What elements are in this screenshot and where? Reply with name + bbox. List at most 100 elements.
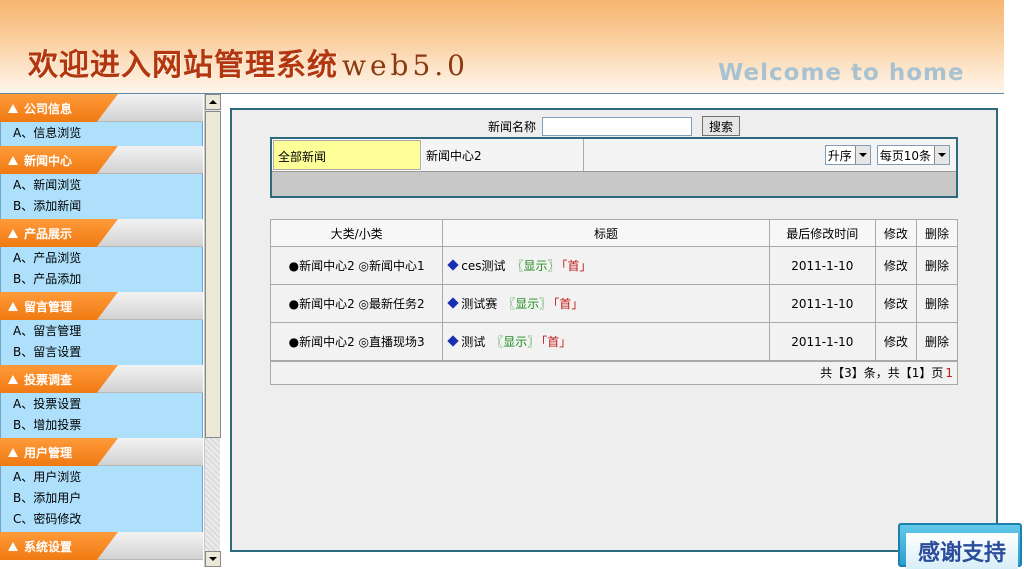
sidebar-item-info-browse[interactable]: A、信息浏览 <box>1 123 202 144</box>
news-title-link[interactable]: 测试 <box>461 335 485 349</box>
section-title: 新闻中心 <box>24 154 73 168</box>
sidebar-item-message-settings[interactable]: B、留言设置 <box>1 342 202 363</box>
news-panel: 新闻名称 搜索 全部新闻 新闻中心2 升序 每页10条 大类/小类 标题 最后修… <box>230 108 998 552</box>
news-table: 大类/小类 标题 最后修改时间 修改 删除 ●新闻中心2 ◎新闻中心1 ces测… <box>269 219 959 361</box>
thanks-badge[interactable]: 感谢支持 <box>898 523 1022 569</box>
site-version: web5.0 <box>342 49 469 82</box>
sidebar-item-user-browse[interactable]: A、用户浏览 <box>1 467 202 488</box>
sort-select-value: 升序 <box>827 148 852 163</box>
sidebar: 公司信息 A、信息浏览 新闻中心 A、新闻浏览 B、添加新闻 产品展示 A、产品… <box>0 94 203 567</box>
scroll-up-button[interactable] <box>205 94 221 110</box>
sidebar-item-product-browse[interactable]: A、产品浏览 <box>1 248 202 269</box>
sidebar-item-user-add[interactable]: B、添加用户 <box>1 488 202 509</box>
delete-link[interactable]: 删除 <box>915 322 959 361</box>
triangle-up-icon <box>8 302 18 311</box>
sidebar-section-messages[interactable]: 留言管理 <box>0 292 203 320</box>
row-category: ●新闻中心2 ◎直播现场3 <box>269 322 444 361</box>
sidebar-section-products[interactable]: 产品展示 <box>0 219 203 247</box>
show-toggle[interactable]: 〖显示〗 <box>491 335 539 349</box>
column-header-delete: 删除 <box>915 219 959 247</box>
section-title: 留言管理 <box>24 300 73 314</box>
news-title-link[interactable]: ces测试 <box>461 259 505 273</box>
triangle-up-icon <box>8 229 18 238</box>
sidebar-section-votes[interactable]: 投票调查 <box>0 365 203 393</box>
section-title: 产品展示 <box>24 227 73 241</box>
home-toggle[interactable]: 「首」 <box>553 297 583 311</box>
pagination-summary: 共【3】条，共【1】页 <box>820 366 944 380</box>
sidebar-item-vote-settings[interactable]: A、投票设置 <box>1 394 202 415</box>
table-row: ●新闻中心2 ◎直播现场3 测试 〖显示〗 「首」 2011-1-10 修改 删除 <box>269 322 959 361</box>
home-toggle[interactable]: 「首」 <box>562 259 592 273</box>
row-modified-time: 2011-1-10 <box>768 284 876 323</box>
category-link[interactable]: 新闻中心2 <box>422 139 584 171</box>
sidebar-section-system[interactable]: 系统设置 <box>0 532 203 560</box>
sidebar-item-password-change[interactable]: C、密码修改 <box>1 509 202 530</box>
column-header-modified: 最后修改时间 <box>768 219 876 247</box>
thanks-text: 感谢支持 <box>906 533 1018 569</box>
search-label: 新闻名称 <box>488 119 537 134</box>
sidebar-section-company[interactable]: 公司信息 <box>0 94 203 122</box>
sidebar-item-news-browse[interactable]: A、新闻浏览 <box>1 175 202 196</box>
row-title-cell: ces测试 〖显示〗 「首」 <box>442 246 770 285</box>
row-title-cell: 测试赛 〖显示〗 「首」 <box>442 284 770 323</box>
diamond-icon <box>447 335 459 347</box>
sidebar-scrollbar[interactable] <box>204 94 221 567</box>
sort-select[interactable]: 升序 <box>824 145 871 165</box>
sidebar-item-product-add[interactable]: B、产品添加 <box>1 269 202 290</box>
per-page-select[interactable]: 每页10条 <box>876 145 950 165</box>
triangle-up-icon <box>8 542 18 551</box>
column-header-category: 大类/小类 <box>269 219 444 247</box>
table-row: ●新闻中心2 ◎最新任务2 测试赛 〖显示〗 「首」 2011-1-10 修改 删除 <box>269 284 959 323</box>
delete-link[interactable]: 删除 <box>915 246 959 285</box>
show-toggle[interactable]: 〖显示〗 <box>503 297 551 311</box>
page-link[interactable]: 1 <box>945 366 953 380</box>
pagination: 共【3】条，共【1】页 1 <box>270 361 958 385</box>
section-title: 投票调查 <box>24 373 73 387</box>
edit-link[interactable]: 修改 <box>874 246 917 285</box>
news-title-link[interactable]: 测试赛 <box>461 297 497 311</box>
site-title-text: 欢迎进入网站管理系统 <box>28 48 338 83</box>
all-news-link[interactable]: 全部新闻 <box>273 140 421 170</box>
home-toggle[interactable]: 「首」 <box>541 335 571 349</box>
triangle-up-icon <box>8 156 18 165</box>
row-title-cell: 测试 〖显示〗 「首」 <box>442 322 770 361</box>
arrow-up-icon <box>209 100 217 104</box>
welcome-text: Welcome to home <box>718 60 965 86</box>
sidebar-section-users[interactable]: 用户管理 <box>0 438 203 466</box>
section-title: 公司信息 <box>24 102 73 116</box>
filter-bar-empty <box>272 172 956 196</box>
search-input[interactable] <box>542 116 693 136</box>
diamond-icon <box>447 297 459 309</box>
sidebar-item-vote-add[interactable]: B、增加投票 <box>1 415 202 436</box>
sidebar-item-message-manage[interactable]: A、留言管理 <box>1 321 202 342</box>
chevron-down-icon <box>858 153 867 157</box>
table-row: ●新闻中心2 ◎新闻中心1 ces测试 〖显示〗 「首」 2011-1-10 修改 … <box>269 246 959 285</box>
delete-link[interactable]: 删除 <box>915 284 959 323</box>
row-category: ●新闻中心2 ◎最新任务2 <box>269 284 444 323</box>
show-toggle[interactable]: 〖显示〗 <box>511 259 559 273</box>
sidebar-section-news[interactable]: 新闻中心 <box>0 146 203 174</box>
triangle-up-icon <box>8 448 18 457</box>
search-bar: 新闻名称 搜索 <box>488 116 741 136</box>
search-button[interactable]: 搜索 <box>702 116 741 136</box>
scroll-thumb[interactable] <box>205 111 221 438</box>
row-modified-time: 2011-1-10 <box>768 246 876 285</box>
sidebar-item-news-add[interactable]: B、添加新闻 <box>1 196 202 217</box>
filter-box: 全部新闻 新闻中心2 升序 每页10条 <box>270 137 958 198</box>
edit-link[interactable]: 修改 <box>874 284 917 323</box>
section-title: 用户管理 <box>24 446 73 460</box>
row-modified-time: 2011-1-10 <box>768 322 876 361</box>
edit-link[interactable]: 修改 <box>874 322 917 361</box>
header: 欢迎进入网站管理系统 web5.0 Welcome to home <box>0 0 1004 94</box>
triangle-up-icon <box>8 375 18 384</box>
per-page-select-value: 每页10条 <box>879 148 931 163</box>
column-header-title: 标题 <box>442 219 770 247</box>
site-title: 欢迎进入网站管理系统 web5.0 <box>28 40 469 84</box>
diamond-icon <box>447 259 459 271</box>
column-header-edit: 修改 <box>874 219 917 247</box>
arrow-down-icon <box>209 557 217 561</box>
chevron-down-icon <box>938 153 946 157</box>
scroll-down-button[interactable] <box>205 551 221 567</box>
section-title: 系统设置 <box>24 540 73 554</box>
triangle-up-icon <box>8 104 18 113</box>
